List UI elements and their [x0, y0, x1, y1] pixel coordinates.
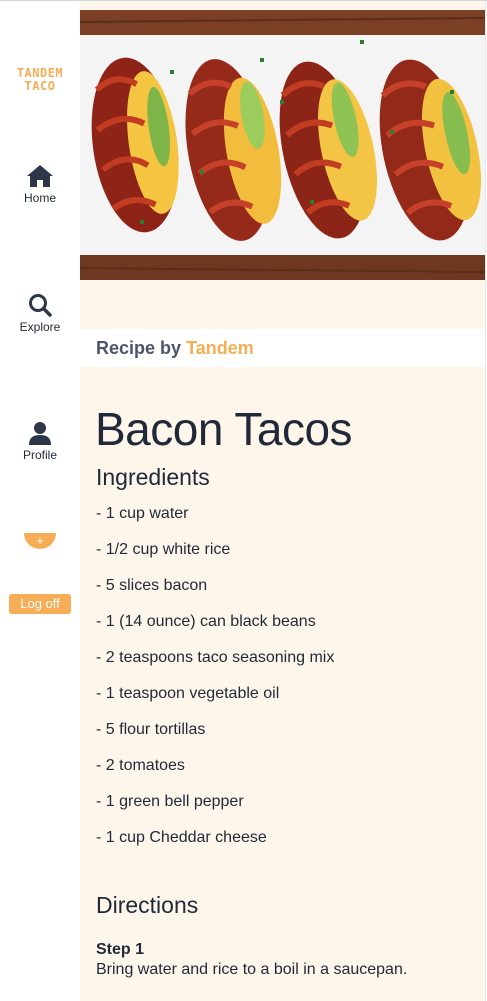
ingredient-item: - 1/2 cup white rice	[96, 541, 231, 558]
ingredients-list: - 1 cup water - 1/2 cup white rice - 5 s…	[96, 502, 334, 862]
nav-profile-label: Profile	[22, 448, 57, 462]
directions-heading: Directions	[96, 892, 199, 918]
recipe-hero-image	[80, 10, 485, 280]
logoff-button[interactable]: Log off	[9, 594, 71, 614]
logo-line-1: TANDEM	[16, 66, 64, 80]
user-icon	[29, 422, 51, 445]
nav-explore-label: Explore	[19, 320, 61, 334]
ingredient-item: - 1 cup water	[96, 505, 189, 522]
logo-line-2: TACO	[24, 79, 56, 93]
ingredient-item: - 1 green bell pepper	[96, 793, 244, 810]
sidebar: TANDEM TACO Home Explore Profile + Log o…	[0, 1, 80, 1001]
nav-profile[interactable]: Profile	[0, 421, 80, 462]
ingredients-heading: Ingredients	[96, 464, 210, 490]
nav-explore[interactable]: Explore	[0, 293, 80, 334]
direction-step: Step 1 Bring water and rice to a boil in…	[96, 941, 407, 979]
ingredient-item: - 1 (14 ounce) can black beans	[96, 613, 316, 630]
ingredient-item: - 1 cup Cheddar cheese	[96, 829, 267, 846]
logo[interactable]: TANDEM TACO	[0, 67, 80, 93]
search-icon	[29, 294, 52, 317]
step-title: Step 1	[96, 941, 145, 958]
ingredient-item: - 1 teaspoon vegetable oil	[96, 685, 280, 702]
byline-prefix: Recipe by	[96, 338, 182, 358]
add-recipe-button[interactable]: +	[24, 533, 56, 549]
nav-home[interactable]: Home	[0, 164, 80, 205]
nav-home-label: Home	[23, 191, 56, 205]
recipe-byline: Recipe by Tandem	[80, 329, 485, 367]
ingredient-item: - 2 teaspoons taco seasoning mix	[96, 649, 335, 666]
ingredient-item: - 2 tomatoes	[96, 757, 185, 774]
recipe-main: Recipe by Tandem Bacon Tacos Ingredients…	[80, 1, 486, 1001]
home-icon	[27, 165, 53, 187]
recipe-title: Bacon Tacos	[95, 403, 353, 455]
step-text: Bring water and rice to a boil in a sauc…	[96, 961, 408, 978]
recipe-author[interactable]: Tandem	[186, 338, 254, 358]
ingredient-item: - 5 slices bacon	[96, 577, 208, 594]
ingredient-item: - 5 flour tortillas	[96, 721, 206, 738]
